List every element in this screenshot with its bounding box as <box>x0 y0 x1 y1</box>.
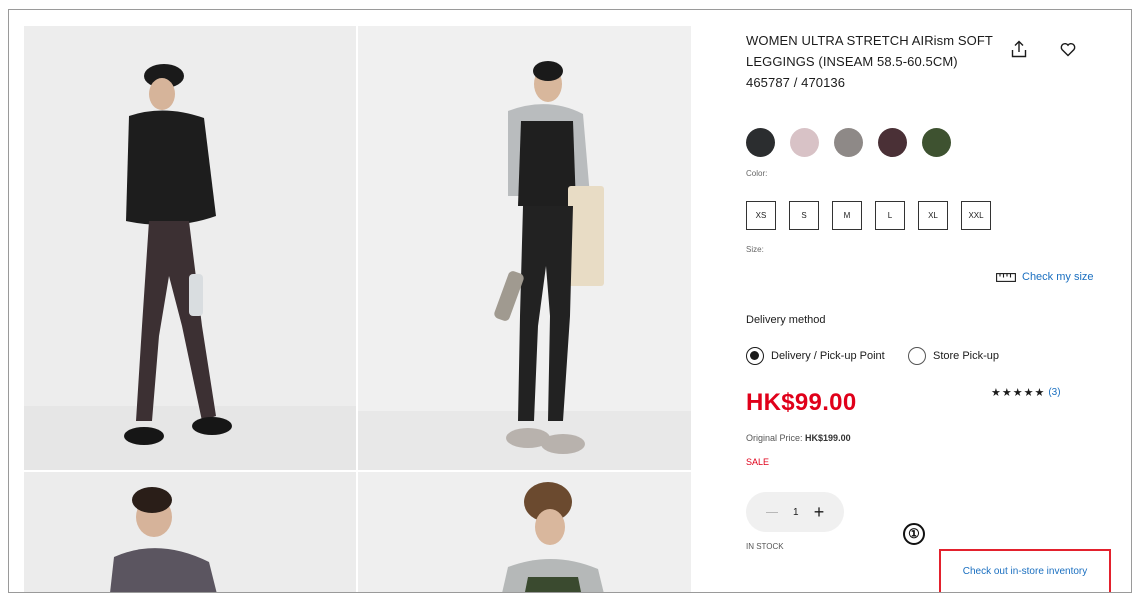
size-m[interactable]: M <box>832 201 862 230</box>
check-my-size-label: Check my size <box>1022 271 1094 283</box>
delivery-option-label: Delivery / Pick-up Point <box>771 350 885 362</box>
ruler-icon <box>996 272 1016 282</box>
review-count-link[interactable]: (3) <box>1048 387 1060 398</box>
size-label: Size: <box>746 245 764 254</box>
product-image-2[interactable] <box>358 26 691 470</box>
sale-price: HK$99.00 <box>746 389 857 416</box>
annotation-marker: ① <box>903 523 925 545</box>
size-s[interactable]: S <box>789 201 819 230</box>
share-icon[interactable] <box>1008 38 1030 60</box>
color-swatches <box>746 128 951 157</box>
check-inventory-button[interactable]: Check out in-store inventory <box>939 549 1111 592</box>
size-xxl[interactable]: XXL <box>961 201 991 230</box>
delivery-option-store-pickup[interactable]: Store Pick-up <box>908 347 999 365</box>
color-swatch-grey[interactable] <box>834 128 863 157</box>
check-my-size-link[interactable]: Check my size <box>996 271 1094 283</box>
original-price-value: HK$199.00 <box>805 433 851 443</box>
original-price: Original Price: HK$199.00 <box>746 433 851 443</box>
quantity-value: 1 <box>792 506 799 518</box>
size-xs[interactable]: XS <box>746 201 776 230</box>
delivery-method-heading: Delivery method <box>746 314 826 326</box>
heart-icon[interactable] <box>1057 38 1079 60</box>
delivery-option-pickup-point[interactable]: Delivery / Pick-up Point <box>746 347 885 365</box>
size-l[interactable]: L <box>875 201 905 230</box>
rating: ★★★★★ (3) <box>991 386 1061 399</box>
star-rating-icon: ★★★★★ <box>991 387 1046 399</box>
color-label: Color: <box>746 169 768 178</box>
original-price-label: Original Price: <box>746 433 803 443</box>
plus-icon[interactable]: + <box>814 503 825 521</box>
radio-unselected[interactable] <box>908 347 926 365</box>
quantity-stepper: 1 + <box>746 492 844 532</box>
size-options: XS S M L XL XXL <box>746 201 991 230</box>
product-page: WOMEN ULTRA STRETCH AIRism SOFT LEGGINGS… <box>8 9 1132 593</box>
delivery-option-label: Store Pick-up <box>933 350 1000 362</box>
color-swatch-black[interactable] <box>746 128 775 157</box>
color-swatch-olive[interactable] <box>922 128 951 157</box>
color-swatch-dark-brown[interactable] <box>878 128 907 157</box>
stock-status: IN STOCK <box>746 542 784 551</box>
minus-icon[interactable] <box>765 511 778 513</box>
sale-badge: SALE <box>746 457 770 467</box>
product-image-1[interactable] <box>24 26 356 470</box>
size-xl[interactable]: XL <box>918 201 948 230</box>
product-image-3[interactable] <box>24 472 356 592</box>
product-title: WOMEN ULTRA STRETCH AIRism SOFT LEGGINGS… <box>746 33 993 90</box>
product-gallery <box>24 26 691 592</box>
radio-selected[interactable] <box>746 347 764 365</box>
color-swatch-pink[interactable] <box>790 128 819 157</box>
product-image-4[interactable] <box>358 472 691 592</box>
